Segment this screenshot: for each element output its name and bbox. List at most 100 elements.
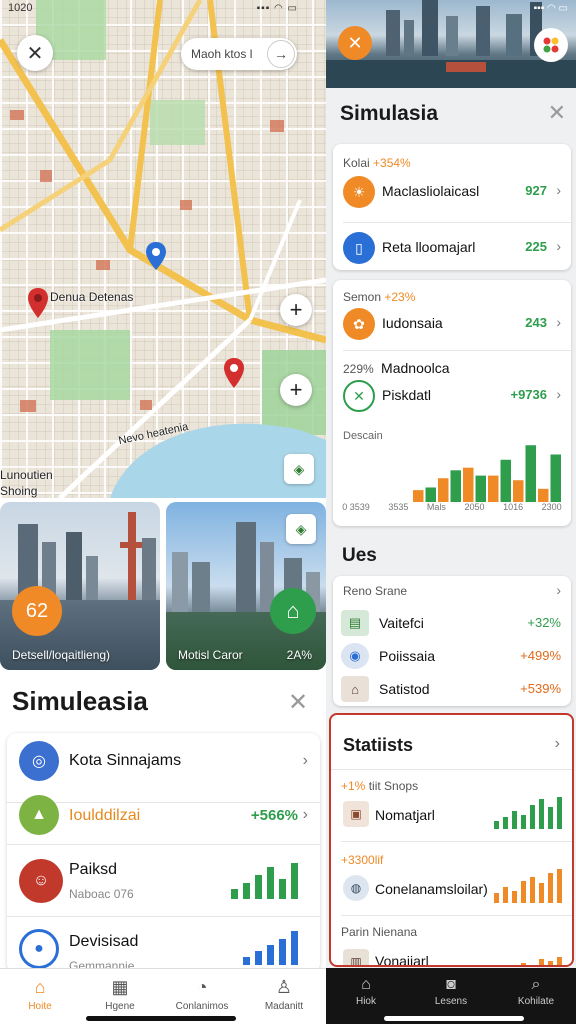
card-header: Reno Srane bbox=[343, 584, 408, 598]
shop-icon: ▣ bbox=[343, 801, 369, 827]
tab-label: Conlanimos bbox=[175, 1001, 229, 1012]
building-icon: ▤ bbox=[341, 610, 369, 636]
row-value: +9736 bbox=[510, 387, 547, 402]
chart-bar bbox=[500, 459, 511, 502]
status-icons: ▪▪▪ ◠ ▭ bbox=[533, 3, 568, 14]
tab-profile[interactable]: ♙ Madanitt bbox=[244, 969, 324, 1024]
photo-caption: Detsell/loqaitlieng) bbox=[12, 648, 111, 662]
stats-row[interactable]: +1% tiit Snops ▣ Nomatjarl bbox=[331, 773, 572, 833]
chart-bar bbox=[450, 470, 461, 502]
uses-row[interactable]: ⌂ Satistod +539% bbox=[333, 672, 571, 706]
chart-bar bbox=[513, 480, 524, 502]
map-search-field[interactable]: Maoh ktos l → bbox=[181, 38, 297, 70]
person-icon: ▲ bbox=[19, 795, 59, 835]
zoom-in-button[interactable]: + bbox=[280, 374, 312, 406]
uses-card: Reno Srane › ▤ Vaitefci +32% ◉ Poiissaia… bbox=[333, 576, 571, 706]
orange-bars-icon bbox=[494, 869, 562, 903]
camera-icon: ◙ bbox=[446, 976, 456, 993]
status-bar: 1020 ▪▪▪ ◠ ▭ bbox=[0, 0, 326, 18]
chart-bar bbox=[488, 475, 499, 502]
list-item[interactable]: ▲ Ioulddilzai +566% › bbox=[7, 785, 320, 845]
chevron-right-icon[interactable]: › bbox=[556, 582, 561, 598]
close-button[interactable]: ✕ bbox=[338, 26, 372, 60]
avatar: ☺ bbox=[19, 859, 63, 903]
globe-icon: ◍ bbox=[343, 875, 369, 901]
map-edge-label: Lunoutien bbox=[0, 468, 53, 482]
uses-row[interactable]: ▤ Vaitefci +32% bbox=[333, 606, 571, 640]
red-pin-icon[interactable] bbox=[224, 358, 244, 393]
uses-row[interactable]: ◉ Poiissaia +499% bbox=[333, 639, 571, 673]
card-row[interactable]: ✕ Piskdatl +9736 › bbox=[333, 372, 571, 420]
row-label: Conelanamsloilar) bbox=[375, 881, 488, 897]
chart-bar bbox=[438, 478, 449, 502]
stats-row[interactable]: +3300lif ◍ Conelanamsloilar) bbox=[331, 847, 572, 907]
result-list: ◎ Kota Sinnajams › ▲ Ioulddilzai +566% ›… bbox=[7, 733, 320, 973]
tab-label: Kohilate bbox=[517, 996, 555, 1007]
chevron-right-icon: › bbox=[302, 752, 308, 769]
list-item[interactable]: ● Devisisad Gemmannie bbox=[7, 917, 320, 973]
chart-tick-label: 2300 bbox=[541, 502, 562, 512]
row-value: 927 bbox=[525, 183, 547, 198]
card-row[interactable]: ▯ Reta lloomajarl 225 › bbox=[333, 224, 571, 270]
check-icon: ✕ bbox=[343, 380, 375, 412]
photo-badge: 62 bbox=[12, 586, 62, 636]
tab-label: Lesens bbox=[434, 996, 468, 1007]
grid-icon: ▦ bbox=[111, 977, 129, 997]
summary-card: Kolai +354% ☀ Maclasliolaicasl 927 › ▯ R… bbox=[333, 144, 571, 270]
home-indicator bbox=[384, 1016, 524, 1021]
tab-label: Hgene bbox=[105, 1001, 135, 1012]
layers-icon[interactable]: ◈ bbox=[284, 454, 314, 484]
list-item-value: +566% bbox=[250, 807, 298, 824]
user-icon: ♙ bbox=[275, 977, 293, 997]
divider bbox=[341, 915, 572, 916]
row-sub: Parin Nienana bbox=[341, 925, 417, 939]
apps-icon[interactable] bbox=[534, 28, 568, 62]
divider bbox=[331, 769, 572, 770]
tab-label: Hoite bbox=[28, 1001, 52, 1012]
phone-icon: ▯ bbox=[343, 232, 375, 264]
row-value: +32% bbox=[527, 615, 561, 630]
blue-pin-icon[interactable] bbox=[146, 242, 166, 275]
photo-card[interactable]: 62 Detsell/loqaitlieng) bbox=[0, 502, 160, 670]
panel-title: Simulasia bbox=[340, 102, 439, 125]
chart-bar bbox=[538, 488, 549, 502]
close-icon[interactable]: ✕ bbox=[548, 100, 566, 126]
photo-carousel[interactable]: 62 Detsell/loqaitlieng) ◈ ⌂ Motisl Caror… bbox=[0, 502, 326, 670]
row-label: Maclasliolaicasl bbox=[382, 183, 480, 199]
right-panel: ▪▪▪ ◠ ▭ ✕ Simulasia ✕ Kolai +354% ☀ Macl… bbox=[326, 0, 576, 1024]
map-view[interactable]: 1020 ▪▪▪ ◠ ▭ ✕ Maoh ktos l → Denua Deten… bbox=[0, 0, 326, 498]
row-label: Piskdatl bbox=[382, 387, 432, 403]
row-label: Poiissaia bbox=[379, 648, 436, 664]
home-icon[interactable]: ⌂ bbox=[270, 588, 316, 634]
red-pin-icon[interactable] bbox=[28, 288, 48, 323]
screenshot-root: 1020 ▪▪▪ ◠ ▭ ✕ Maoh ktos l → Denua Deten… bbox=[0, 0, 576, 1024]
chart-tick-label: Mals bbox=[426, 502, 446, 512]
statistics-card[interactable]: Statiists › +1% tiit Snops ▣ Nomatjarl +… bbox=[329, 713, 574, 967]
map-edge-label: Shoing bbox=[0, 484, 38, 498]
arrow-right-icon[interactable]: → bbox=[267, 40, 295, 68]
chart-tick-label: 3535 bbox=[388, 502, 409, 512]
chevron-right-icon: › bbox=[556, 182, 561, 198]
layers-icon[interactable]: ◈ bbox=[286, 514, 316, 544]
close-icon[interactable]: ✕ bbox=[288, 688, 308, 717]
chevron-right-icon: › bbox=[556, 386, 561, 402]
stats-row[interactable]: Parin Nienana ▥ Vonaiiarl bbox=[331, 919, 572, 965]
tab-home[interactable]: ⌂ Hoite bbox=[0, 969, 80, 1024]
list-item-title: Paiksd bbox=[69, 861, 118, 878]
section-title: Ues bbox=[342, 545, 377, 566]
chevron-right-icon[interactable]: › bbox=[555, 735, 560, 753]
list-item[interactable]: ☺ Paiksd Naboac 076 bbox=[7, 845, 320, 917]
house-icon: ⌂ bbox=[341, 676, 369, 702]
list-item-subtitle: Naboac 076 bbox=[69, 887, 134, 901]
zoom-in-button[interactable]: + bbox=[280, 294, 312, 326]
photo-card[interactable]: ◈ ⌂ Motisl Caror 2A% bbox=[166, 502, 326, 670]
card-row[interactable]: ☀ Maclasliolaicasl 927 › bbox=[333, 168, 571, 216]
chart-bar bbox=[550, 454, 561, 502]
row-value: +499% bbox=[520, 648, 561, 663]
close-button[interactable]: ✕ bbox=[17, 35, 53, 71]
row-sub-prefix: +1% bbox=[341, 779, 366, 793]
card-row[interactable]: ✿ Iudonsaia 243 › bbox=[333, 300, 571, 348]
chart-tick-label: 0 3539 bbox=[342, 502, 370, 512]
chevron-right-icon: › bbox=[302, 806, 308, 823]
detail-card: Semon +23% ✿ Iudonsaia 243 › 229% Madnoo… bbox=[333, 280, 571, 526]
